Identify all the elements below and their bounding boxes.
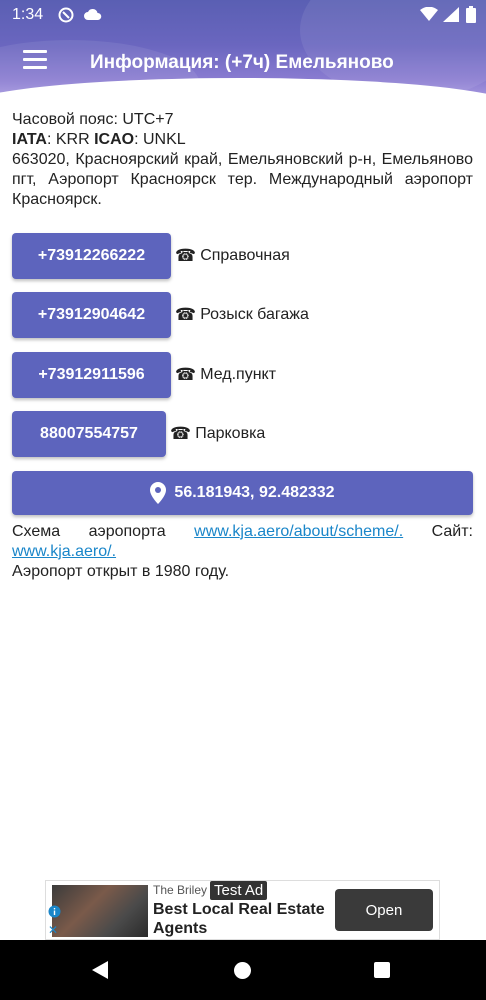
footer-info: Схема аэропорта www.kja.aero/about/schem… bbox=[12, 522, 473, 582]
status-bar: 1:34 bbox=[0, 0, 486, 30]
status-time: 1:34 bbox=[12, 6, 44, 23]
scheme-text: Схема аэропорта bbox=[12, 523, 166, 540]
wifi-icon bbox=[420, 7, 438, 21]
phone-row-info: +73912266222 ☎ Справочная bbox=[12, 233, 290, 279]
address-text: 663020, Красноярский край, Емельяновский… bbox=[12, 151, 473, 208]
phone-icon: ☎ bbox=[175, 246, 197, 265]
ad-badge: Test Ad bbox=[210, 881, 268, 900]
phone-button-medical[interactable]: +73912911596 bbox=[12, 352, 171, 398]
phone-icon: ☎ bbox=[170, 424, 192, 443]
coordinates-button[interactable]: 56.181943, 92.482332 bbox=[12, 471, 473, 515]
coordinates-text: 56.181943, 92.482332 bbox=[174, 484, 335, 501]
codes-line: IATA: KRR ICAO: UNKL bbox=[12, 130, 473, 150]
site-link[interactable]: www.kja.aero/. bbox=[12, 543, 116, 560]
site-text: Сайт: bbox=[431, 523, 473, 540]
recent-apps-icon[interactable] bbox=[374, 962, 390, 978]
location-pin-icon bbox=[150, 482, 167, 504]
phone-icon: ☎ bbox=[175, 365, 197, 384]
airport-info: Часовой пояс: UTC+7 IATA: KRR ICAO: UNKL… bbox=[12, 110, 473, 210]
icao-label: ICAO bbox=[94, 131, 135, 148]
ad-brand: The Briley bbox=[153, 883, 208, 897]
phone-row-parking: 88007554757 ☎ Парковка bbox=[12, 411, 265, 457]
back-icon[interactable] bbox=[92, 961, 110, 979]
opened-year-text: Аэропорт открыт в 1980 году. bbox=[12, 563, 230, 580]
iata-label: IATA bbox=[12, 131, 47, 148]
links-paragraph: Схема аэропорта www.kja.aero/about/schem… bbox=[12, 522, 473, 562]
phone-button-info[interactable]: +73912266222 bbox=[12, 233, 171, 279]
battery-icon bbox=[466, 6, 476, 23]
iata-value: : KRR bbox=[46, 131, 95, 148]
sync-icon bbox=[58, 7, 74, 23]
menu-button[interactable] bbox=[18, 50, 52, 80]
ad-close-icon[interactable]: ✕ bbox=[48, 923, 58, 937]
timezone-text: Часовой пояс: UTC+7 bbox=[12, 111, 174, 128]
ad-image bbox=[52, 885, 148, 937]
ad-open-button[interactable]: Open bbox=[335, 889, 433, 931]
page-title: Информация: (+7ч) Емельяново bbox=[90, 52, 394, 73]
scheme-link[interactable]: www.kja.aero/about/scheme/. bbox=[194, 523, 403, 540]
phone-icon: ☎ bbox=[175, 305, 197, 324]
home-icon[interactable] bbox=[234, 962, 251, 979]
phone-label-medical: Мед.пункт bbox=[200, 366, 277, 383]
phone-label-info: Справочная bbox=[200, 247, 290, 264]
cloud-icon bbox=[84, 8, 102, 20]
phone-row-medical: +73912911596 ☎ Мед.пункт bbox=[12, 352, 276, 398]
phone-row-baggage: +73912904642 ☎ Розыск багажа bbox=[12, 292, 309, 338]
phone-label-baggage: Розыск багажа bbox=[200, 306, 309, 323]
phone-button-baggage[interactable]: +73912904642 bbox=[12, 292, 171, 338]
app-bar: Информация: (+7ч) Емельяново bbox=[0, 30, 486, 98]
navigation-bar bbox=[0, 940, 486, 1000]
ad-headline: Best Local Real Estate Agents bbox=[153, 901, 325, 937]
ad-info-icon[interactable] bbox=[48, 905, 61, 918]
icao-value: : UNKL bbox=[134, 131, 186, 148]
ad-banner[interactable]: ✕ The Briley Test Ad Best Local Real Est… bbox=[45, 880, 440, 940]
phone-button-parking[interactable]: 88007554757 bbox=[12, 411, 166, 457]
signal-icon bbox=[443, 7, 459, 22]
phone-label-parking: Парковка bbox=[195, 425, 266, 442]
